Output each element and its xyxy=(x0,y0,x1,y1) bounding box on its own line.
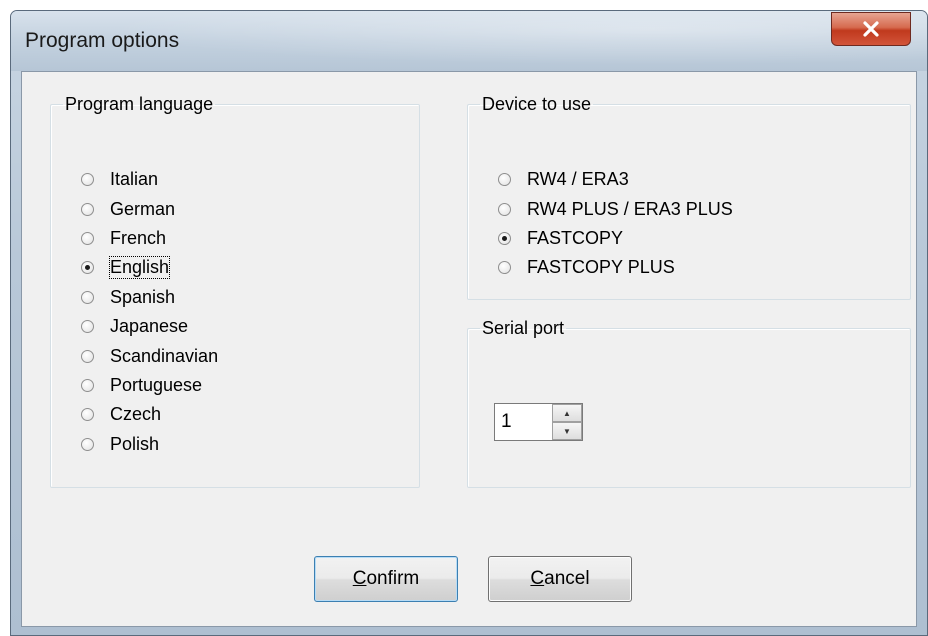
radio-option[interactable]: French xyxy=(81,224,218,253)
language-radio-list: Italian German French English Spanish Japanes… xyxy=(81,165,218,459)
spin-up-button[interactable]: ▲ xyxy=(552,404,582,422)
radio-label: RW4 PLUS / ERA3 PLUS xyxy=(527,198,733,219)
radio-icon[interactable] xyxy=(81,408,94,422)
radio-label: German xyxy=(110,198,176,219)
radio-option[interactable]: FASTCOPY PLUS xyxy=(498,253,733,282)
radio-option[interactable]: RW4 / ERA3 xyxy=(498,165,733,194)
device-group: Device to use RW4 / ERA3 RW4 PLUS / ERA3 … xyxy=(467,94,911,300)
dialog-body: Program language Italian German French Engl… xyxy=(21,71,917,627)
radio-label: Portuguese xyxy=(110,374,203,395)
radio-option[interactable]: Spanish xyxy=(81,283,218,312)
radio-selected-icon[interactable] xyxy=(498,231,511,245)
radio-icon[interactable] xyxy=(81,231,94,245)
radio-option[interactable]: FASTCOPY xyxy=(498,224,733,253)
radio-option[interactable]: Polish xyxy=(81,430,218,459)
radio-label: FASTCOPY PLUS xyxy=(527,257,675,278)
radio-icon[interactable] xyxy=(81,290,94,304)
close-icon xyxy=(863,21,879,37)
radio-label: Spanish xyxy=(110,286,176,307)
radio-option[interactable]: Portuguese xyxy=(81,371,218,400)
radio-option[interactable]: English xyxy=(81,253,218,282)
radio-option[interactable]: Japanese xyxy=(81,312,218,341)
spin-down-button[interactable]: ▼ xyxy=(552,422,582,440)
radio-icon[interactable] xyxy=(81,202,94,216)
confirm-label: onfirm xyxy=(366,568,420,589)
radio-label: Scandinavian xyxy=(110,345,219,366)
confirm-button[interactable]: Confirm xyxy=(314,556,458,602)
radio-label: French xyxy=(110,227,167,248)
radio-icon[interactable] xyxy=(498,173,511,187)
radio-icon[interactable] xyxy=(81,378,94,392)
chevron-down-icon: ▼ xyxy=(563,426,571,436)
radio-label: Japanese xyxy=(110,316,189,337)
radio-icon[interactable] xyxy=(498,261,511,275)
confirm-mnemonic: C xyxy=(352,568,367,589)
radio-option[interactable]: Italian xyxy=(81,165,218,194)
serial-port-legend: Serial port xyxy=(482,318,565,338)
radio-option[interactable]: German xyxy=(81,194,218,223)
radio-icon[interactable] xyxy=(81,320,94,334)
window-title: Program options xyxy=(25,29,180,52)
serial-port-input[interactable] xyxy=(495,404,551,440)
radio-icon[interactable] xyxy=(81,173,94,187)
serial-port-group: Serial port ▲ ▼ xyxy=(467,318,911,488)
program-options-window: Program options Program language Italian… xyxy=(10,10,928,636)
radio-option[interactable]: RW4 PLUS / ERA3 PLUS xyxy=(498,194,733,223)
device-radio-list: RW4 / ERA3 RW4 PLUS / ERA3 PLUS FASTCOPY FA… xyxy=(498,165,733,283)
cancel-button[interactable]: Cancel xyxy=(488,556,632,602)
serial-port-spinner: ▲ ▼ xyxy=(494,403,583,441)
cancel-label: ancel xyxy=(544,568,590,589)
radio-label: RW4 / ERA3 xyxy=(527,169,629,190)
radio-option[interactable]: Czech xyxy=(81,400,218,429)
device-legend: Device to use xyxy=(482,94,592,114)
cancel-mnemonic: C xyxy=(530,568,545,589)
close-button[interactable] xyxy=(831,12,911,46)
radio-label: Italian xyxy=(110,169,159,190)
radio-icon[interactable] xyxy=(498,202,511,216)
program-language-group: Program language Italian German French Engl… xyxy=(50,94,420,488)
radio-icon[interactable] xyxy=(81,437,94,451)
radio-label: FASTCOPY xyxy=(527,227,624,248)
program-language-legend: Program language xyxy=(65,94,214,114)
radio-icon[interactable] xyxy=(81,349,94,363)
radio-label: Czech xyxy=(110,404,162,425)
radio-label: English xyxy=(108,256,171,280)
title-bar[interactable]: Program options xyxy=(11,11,927,71)
spinner-buttons: ▲ ▼ xyxy=(552,404,582,440)
radio-label: Polish xyxy=(110,433,160,454)
radio-selected-icon[interactable] xyxy=(81,261,94,275)
radio-option[interactable]: Scandinavian xyxy=(81,341,218,370)
chevron-up-icon: ▲ xyxy=(563,408,571,418)
